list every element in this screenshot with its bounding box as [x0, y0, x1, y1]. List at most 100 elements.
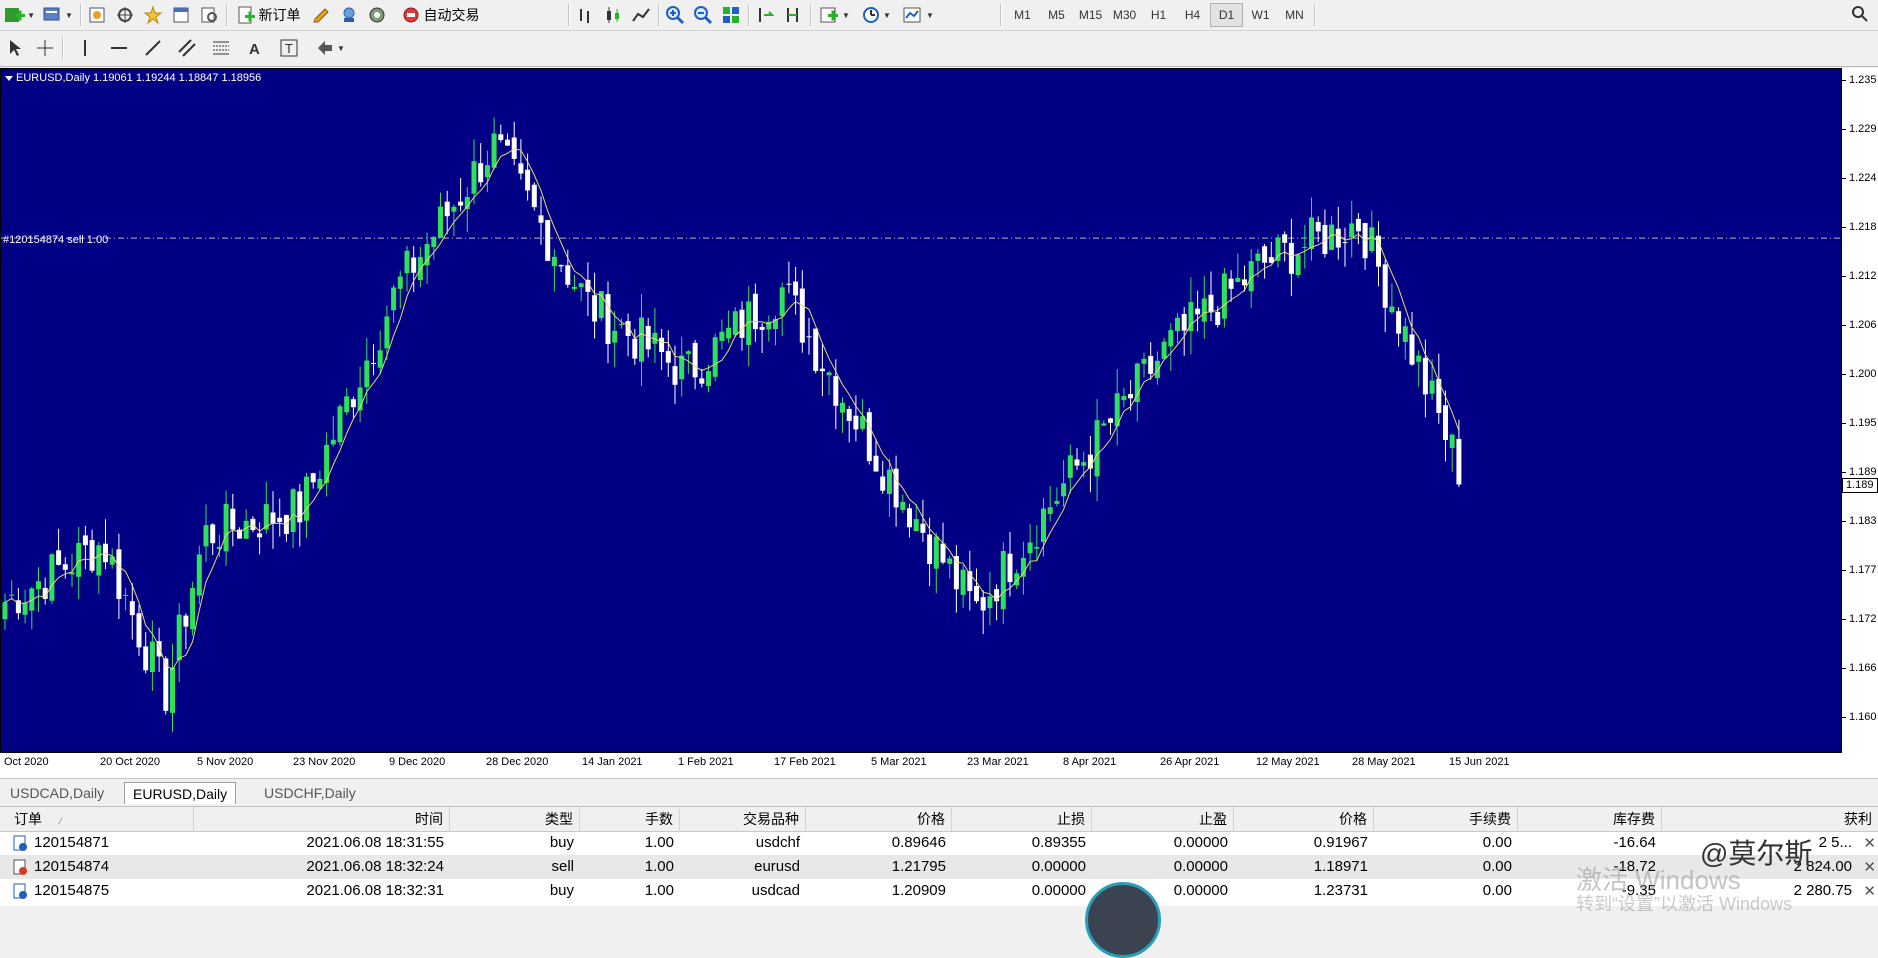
- timeframe-m1[interactable]: M1: [1006, 3, 1039, 27]
- table-row[interactable]: 120154871 2021.06.08 18:31:55 buy 1.00 u…: [0, 831, 1878, 855]
- candle-body: [960, 569, 966, 595]
- market-watch-icon[interactable]: [84, 3, 110, 27]
- data-window-icon[interactable]: [112, 3, 138, 27]
- market-icon[interactable]: [364, 3, 390, 27]
- equidistant-channel-icon[interactable]: [174, 36, 200, 60]
- profiles-button[interactable]: ▼: [40, 3, 74, 27]
- search-icon[interactable]: [1850, 4, 1870, 27]
- text-label-icon[interactable]: T: [276, 36, 302, 60]
- timeframe-d1[interactable]: D1: [1210, 3, 1243, 27]
- timeframe-mn[interactable]: MN: [1278, 3, 1311, 27]
- timeframe-m30[interactable]: M30: [1108, 3, 1141, 27]
- metaeditor-icon[interactable]: [308, 3, 334, 27]
- timeframe-h1[interactable]: H1: [1142, 3, 1175, 27]
- crosshair-icon[interactable]: [32, 36, 58, 60]
- candle-body: [1288, 242, 1294, 274]
- candle-body: [933, 536, 939, 569]
- order-take-profit[interactable]: 0.00000: [1092, 855, 1234, 879]
- candle-body: [1449, 434, 1455, 448]
- zoom-out-icon[interactable]: [690, 3, 716, 27]
- timeframe-m15[interactable]: M15: [1074, 3, 1107, 27]
- timeframe-h4[interactable]: H4: [1176, 3, 1209, 27]
- navigator-icon[interactable]: [140, 3, 166, 27]
- column-order[interactable]: 订单 ⁄: [0, 807, 194, 831]
- order-stop-loss[interactable]: 0.00000: [952, 879, 1092, 903]
- order-stop-loss[interactable]: 0.00000: [952, 855, 1092, 879]
- order-take-profit[interactable]: 0.00000: [1092, 831, 1234, 855]
- tab-usdchf-daily[interactable]: USDCHF,Daily: [256, 782, 364, 804]
- candle-body: [1195, 308, 1201, 315]
- candle-body: [96, 545, 102, 576]
- chart-plot-area[interactable]: EURUSD,Daily 1.19061 1.19244 1.18847 1.1…: [0, 68, 1842, 753]
- trendline-icon[interactable]: [140, 36, 166, 60]
- tile-windows-icon[interactable]: [718, 3, 744, 27]
- close-order-icon[interactable]: ✕: [1863, 858, 1876, 876]
- chart-shift-icon[interactable]: [780, 3, 806, 27]
- candle-body: [1309, 217, 1314, 249]
- tab-eurusd-daily[interactable]: EURUSD,Daily: [124, 782, 237, 804]
- tab-usdcad-daily[interactable]: USDCAD,Daily: [2, 782, 112, 804]
- candle-body: [1302, 246, 1308, 248]
- candle-body: [149, 641, 155, 673]
- candle-body: [49, 554, 55, 601]
- fibonacci-icon[interactable]: [208, 36, 234, 60]
- new-order-button[interactable]: 新订单: [230, 3, 306, 27]
- zoom-in-icon[interactable]: [662, 3, 688, 27]
- auto-scroll-icon[interactable]: [752, 3, 778, 27]
- text-icon[interactable]: A: [242, 36, 268, 60]
- horizontal-line-icon[interactable]: [106, 36, 132, 60]
- arrows-button[interactable]: ▼: [310, 36, 350, 60]
- order-stop-loss[interactable]: 0.89355: [952, 831, 1092, 855]
- price-axis[interactable]: 1.235 1.229 1.224 1.218 1.212 1.206 1.200 1.195…: [1842, 68, 1878, 753]
- candle-body: [819, 368, 825, 372]
- terminal-window-icon[interactable]: [168, 3, 194, 27]
- timeframe-w1[interactable]: W1: [1244, 3, 1277, 27]
- candlestick-chart-icon[interactable]: [600, 3, 626, 27]
- column-type[interactable]: 类型: [450, 807, 580, 831]
- column-profit[interactable]: 获利: [1662, 807, 1878, 831]
- strategy-tester-icon[interactable]: [196, 3, 222, 27]
- candle-body: [1161, 341, 1167, 359]
- collapse-triangle-icon[interactable]: [5, 75, 13, 81]
- candle-body: [1342, 242, 1348, 244]
- column-lots[interactable]: 手数: [580, 807, 680, 831]
- bar-chart-icon[interactable]: [572, 3, 598, 27]
- candle-body: [471, 161, 477, 194]
- close-order-icon[interactable]: ✕: [1863, 834, 1876, 852]
- close-order-icon[interactable]: ✕: [1863, 882, 1876, 900]
- candle-body: [431, 236, 437, 248]
- auto-trading-button[interactable]: 自动交易: [392, 3, 488, 27]
- column-stop-loss[interactable]: 止损: [952, 807, 1092, 831]
- floating-speed-widget[interactable]: [1085, 882, 1161, 958]
- candle-body: [9, 594, 15, 596]
- vertical-line-icon[interactable]: [72, 36, 98, 60]
- candle-body: [230, 508, 236, 530]
- templates-button[interactable]: ▼: [898, 3, 938, 27]
- order-open-price: 1.21795: [891, 858, 946, 875]
- candle-body: [170, 667, 175, 713]
- indicators-button[interactable]: ▼: [814, 3, 854, 27]
- column-time[interactable]: 时间: [194, 807, 450, 831]
- column-symbol[interactable]: 交易品种: [680, 807, 806, 831]
- chart-window[interactable]: EURUSD,Daily 1.19061 1.19244 1.18847 1.1…: [0, 68, 1878, 778]
- periods-button[interactable]: ▼: [856, 3, 896, 27]
- new-chart-button[interactable]: ▼: [2, 3, 36, 27]
- signals-icon[interactable]: [336, 3, 362, 27]
- candle-body: [1208, 294, 1214, 313]
- candle-body: [618, 324, 624, 326]
- cursor-icon[interactable]: [2, 36, 28, 60]
- timeframe-m5[interactable]: M5: [1040, 3, 1073, 27]
- candle-body: [444, 201, 450, 217]
- time-tick-label: 26 Apr 2021: [1160, 756, 1220, 768]
- column-take-profit[interactable]: 止盈: [1092, 807, 1234, 831]
- column-swap[interactable]: 库存费: [1518, 807, 1662, 831]
- column-commission[interactable]: 手续费: [1374, 807, 1518, 831]
- candle-body: [880, 476, 886, 491]
- candle-body: [1020, 557, 1026, 577]
- time-axis[interactable]: Oct 2020 20 Oct 2020 5 Nov 2020 23 Nov 2020…: [0, 753, 1842, 778]
- chart-tabs: USDCAD,Daily EURUSD,Daily USDCHF,Daily: [0, 778, 1878, 806]
- column-current-price[interactable]: 价格: [1234, 807, 1374, 831]
- line-chart-icon[interactable]: [628, 3, 654, 27]
- candle-body: [1101, 423, 1107, 426]
- column-open-price[interactable]: 价格: [806, 807, 952, 831]
